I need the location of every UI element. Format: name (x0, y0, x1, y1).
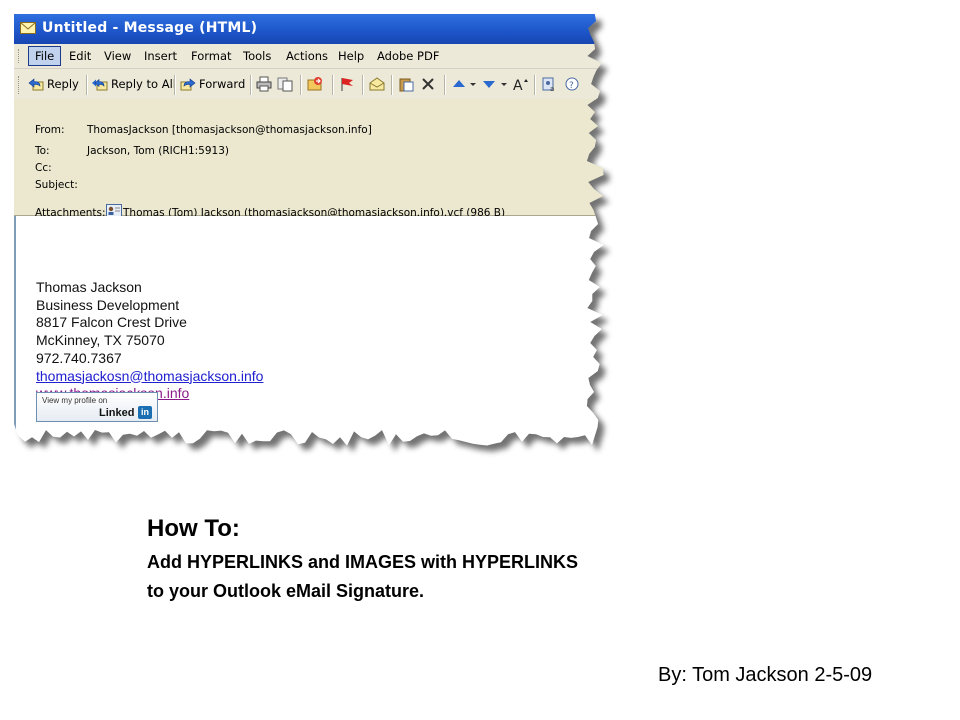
menu-bar: File Edit View Insert Format Tools Actio… (14, 44, 604, 69)
chevron-down-icon[interactable] (500, 76, 508, 92)
to-value[interactable]: Jackson, Tom (RICH1:5913) (87, 145, 229, 157)
signature-title: Business Development (36, 296, 180, 313)
toolbar-separator (362, 75, 364, 95)
standard-toolbar: Reply Reply to All Forward A a ? (14, 69, 604, 100)
linkedin-profile-badge[interactable]: View my profile on Linked in (36, 392, 158, 422)
signature-name: Thomas Jackson (36, 279, 142, 295)
previous-item-icon[interactable] (451, 76, 467, 92)
signature-email-link[interactable]: thomasjackosn@thomasjackson.info (36, 368, 263, 386)
menu-format[interactable]: Format (191, 49, 232, 63)
reply-all-label: Reply to All (111, 77, 176, 91)
message-header: From: ThomasJackson [thomasjackson@thoma… (14, 99, 604, 219)
reply-icon (28, 78, 44, 91)
menu-tools[interactable]: Tools (243, 49, 271, 63)
forward-icon (180, 78, 196, 91)
toolbar-separator (250, 75, 252, 95)
copy-icon[interactable] (277, 76, 293, 92)
signature-address-line1: 8817 Falcon Crest Drive (36, 314, 187, 331)
window-title: Untitled - Message (HTML) (42, 20, 258, 36)
reply-all-button[interactable]: Reply to All (92, 76, 176, 92)
toolbar-separator (444, 75, 446, 95)
help-icon[interactable]: ? (564, 76, 580, 92)
menu-help[interactable]: Help (338, 49, 364, 63)
to-label: To: (35, 145, 50, 157)
menu-file[interactable]: File (28, 46, 62, 66)
message-body[interactable]: Thomas Jackson Business Development 8817… (14, 216, 604, 446)
byline: By: Tom Jackson 2-5-09 (658, 664, 873, 686)
subject-label: Subject: (35, 179, 78, 191)
menu-insert[interactable]: Insert (144, 49, 177, 63)
toolbar-grip[interactable] (18, 76, 22, 94)
linkedin-badge-caption: View my profile on (42, 396, 108, 405)
linkedin-in-logo: in (138, 406, 152, 419)
svg-text:?: ? (569, 81, 574, 91)
from-value[interactable]: ThomasJackson [thomasjackson@thomasjacks… (87, 124, 372, 136)
toolbar-separator (174, 75, 176, 95)
caption-line-2: to your Outlook eMail Signature. (147, 581, 425, 601)
menu-actions[interactable]: Actions (286, 49, 328, 63)
title-bar: Untitled - Message (HTML) (14, 14, 604, 44)
chevron-down-icon[interactable] (469, 76, 477, 92)
reply-label: Reply (47, 77, 79, 91)
toolbar-separator (391, 75, 393, 95)
message-window: Untitled - Message (HTML) File Edit View… (14, 14, 604, 446)
menu-edit[interactable]: Edit (69, 49, 91, 63)
toolbar-separator (332, 75, 334, 95)
caption-line-1: Add HYPERLINKS and IMAGES with HYPERLINK… (147, 552, 579, 572)
signature-phone: 972.740.7367 (36, 349, 122, 366)
signature-address-line2: McKinney, TX 75070 (36, 332, 165, 349)
forward-label: Forward (199, 77, 246, 91)
delete-icon[interactable] (420, 76, 436, 92)
svg-text:A: A (513, 78, 523, 92)
next-item-icon[interactable] (481, 76, 497, 92)
cc-label: Cc: (35, 162, 52, 174)
address-book-icon[interactable]: a (541, 76, 557, 92)
font-size-icon[interactable]: A (512, 76, 528, 92)
menu-grip[interactable] (18, 49, 22, 63)
toolbar-separator (86, 75, 88, 95)
open-envelope-icon[interactable] (369, 76, 385, 92)
follow-up-flag-icon[interactable] (339, 76, 355, 92)
reply-all-icon (92, 78, 108, 91)
clipboard-icon[interactable] (398, 76, 414, 92)
toolbar-separator (300, 75, 302, 95)
linkedin-wordmark: Linked (99, 407, 135, 419)
forward-button[interactable]: Forward (180, 76, 245, 92)
toolbar-separator (534, 75, 536, 95)
menu-adobe-pdf[interactable]: Adobe PDF (377, 49, 439, 63)
how-to-heading: How To: (147, 515, 240, 542)
print-icon[interactable] (256, 76, 272, 92)
move-to-folder-icon[interactable] (307, 76, 323, 92)
email-signature: Thomas Jackson Business Development 8817… (36, 279, 263, 403)
svg-text:a: a (550, 85, 554, 92)
outlook-screenshot: Untitled - Message (HTML) File Edit View… (14, 14, 612, 454)
menu-view[interactable]: View (104, 49, 131, 63)
envelope-icon (20, 22, 36, 34)
reply-button[interactable]: Reply (28, 76, 79, 92)
from-label: From: (35, 124, 65, 136)
